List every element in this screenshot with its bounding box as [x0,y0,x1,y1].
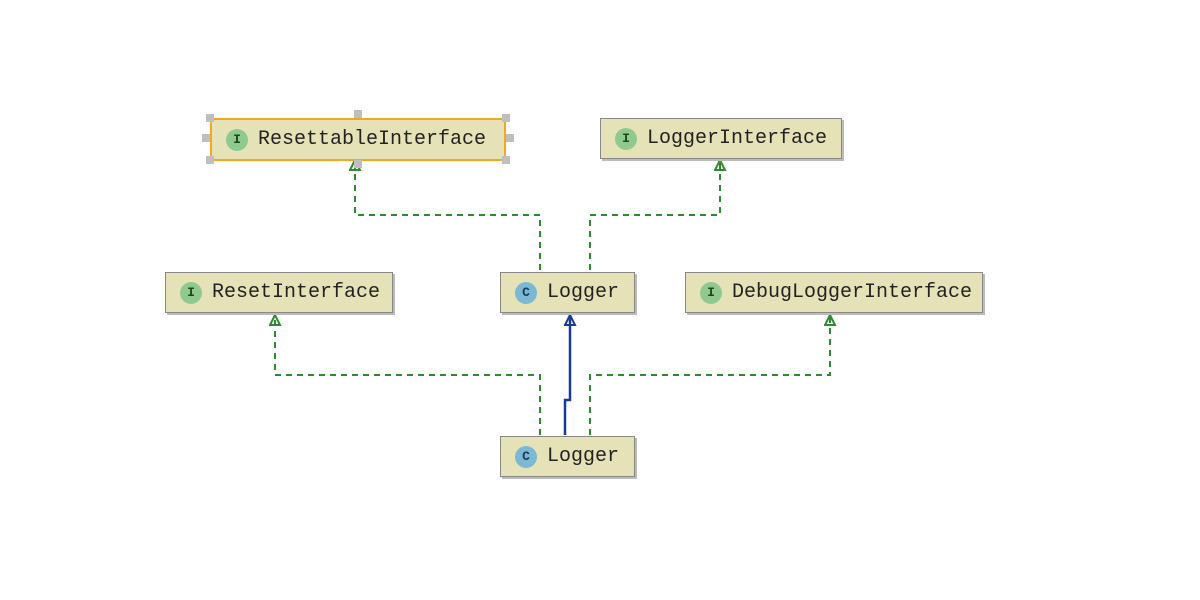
interface-icon: I [226,129,248,151]
selection-handle[interactable] [506,134,514,142]
node-logger-interface[interactable]: I LoggerInterface [600,118,842,159]
class-icon: C [515,282,537,304]
selection-handle[interactable] [354,160,362,168]
node-logger-class[interactable]: C Logger [500,272,635,313]
node-debug-logger-interface[interactable]: I DebugLoggerInterface [685,272,983,313]
selection-handle[interactable] [502,114,510,122]
node-logger-class-2[interactable]: C Logger [500,436,635,477]
interface-icon: I [180,282,202,304]
selection-handle[interactable] [206,156,214,164]
class-icon: C [515,446,537,468]
node-reset-interface[interactable]: I ResetInterface [165,272,393,313]
node-resettable-interface[interactable]: I ResettableInterface [210,118,506,161]
node-label: ResetInterface [212,281,380,304]
interface-icon: I [700,282,722,304]
selection-handle[interactable] [502,156,510,164]
node-label: Logger [547,281,619,304]
interface-icon: I [615,128,637,150]
uml-canvas[interactable]: I ResettableInterface I LoggerInterface … [0,0,1200,600]
node-label: Logger [547,445,619,468]
selection-handle[interactable] [354,110,362,118]
selection-handle[interactable] [202,134,210,142]
node-label: DebugLoggerInterface [732,281,972,304]
selection-handle[interactable] [206,114,214,122]
node-label: ResettableInterface [258,128,486,151]
node-label: LoggerInterface [647,127,827,150]
